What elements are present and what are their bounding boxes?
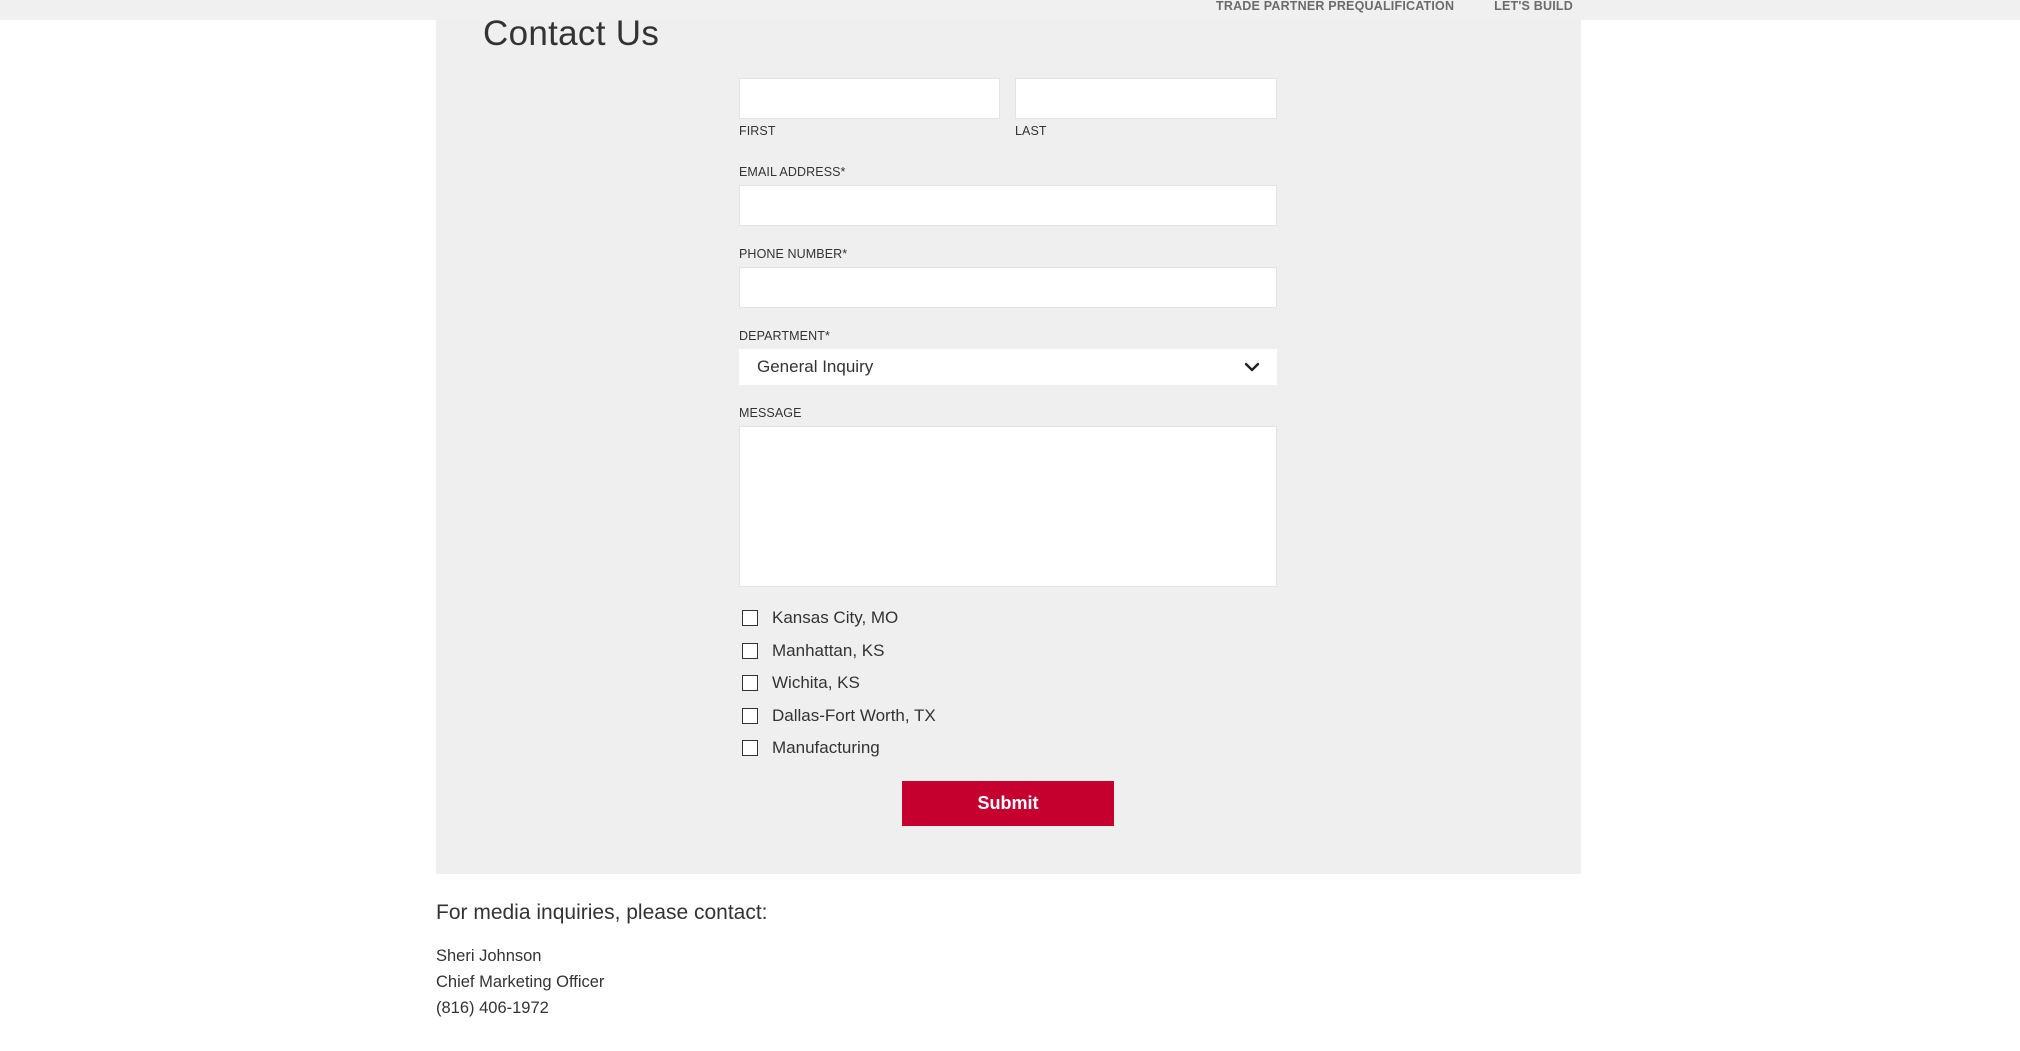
top-nav: TRADE PARTNER PREQUALIFICATION LET'S BUI… <box>1216 0 1573 14</box>
checkbox-dallas-fort-worth[interactable]: Dallas-Fort Worth, TX <box>742 704 936 728</box>
chevron-down-icon <box>1244 362 1260 372</box>
department-selected-value: General Inquiry <box>757 357 874 376</box>
top-bar <box>0 0 2020 20</box>
checkbox-box[interactable] <box>742 708 758 724</box>
email-input[interactable] <box>739 185 1277 226</box>
last-name-label: LAST <box>1015 124 1047 138</box>
checkbox-label: Manhattan, KS <box>772 641 885 660</box>
submit-button[interactable]: Submit <box>902 781 1114 826</box>
first-name-input[interactable] <box>739 78 1000 119</box>
checkbox-manufacturing[interactable]: Manufacturing <box>742 736 880 760</box>
message-label: MESSAGE <box>739 406 802 420</box>
checkbox-box[interactable] <box>742 610 758 626</box>
checkbox-label: Dallas-Fort Worth, TX <box>772 706 936 725</box>
page-title: Contact Us <box>483 14 660 53</box>
media-contact-name: Sheri Johnson <box>436 947 542 965</box>
checkbox-kansas-city[interactable]: Kansas City, MO <box>742 606 898 630</box>
last-name-input[interactable] <box>1015 78 1277 119</box>
phone-input[interactable] <box>739 267 1277 308</box>
nav-link-lets-build[interactable]: LET'S BUILD <box>1494 0 1573 14</box>
media-contact-title: Chief Marketing Officer <box>436 973 605 991</box>
checkbox-box[interactable] <box>742 643 758 659</box>
checkbox-manhattan[interactable]: Manhattan, KS <box>742 639 884 663</box>
department-select[interactable]: General Inquiry <box>739 349 1277 385</box>
media-inquiries-heading: For media inquiries, please contact: <box>436 901 768 924</box>
checkbox-box[interactable] <box>742 675 758 691</box>
checkbox-label: Manufacturing <box>772 738 880 757</box>
checkbox-label: Kansas City, MO <box>772 608 899 627</box>
media-contact-phone: (816) 406-1972 <box>436 999 549 1017</box>
department-label: DEPARTMENT* <box>739 329 830 343</box>
checkbox-box[interactable] <box>742 740 758 756</box>
nav-link-trade-partner-prequalification[interactable]: TRADE PARTNER PREQUALIFICATION <box>1216 0 1454 14</box>
checkbox-wichita[interactable]: Wichita, KS <box>742 671 860 695</box>
email-label: EMAIL ADDRESS* <box>739 165 846 179</box>
first-name-label: FIRST <box>739 124 776 138</box>
phone-label: PHONE NUMBER* <box>739 247 848 261</box>
checkbox-label: Wichita, KS <box>772 673 860 692</box>
message-textarea[interactable] <box>739 426 1277 587</box>
